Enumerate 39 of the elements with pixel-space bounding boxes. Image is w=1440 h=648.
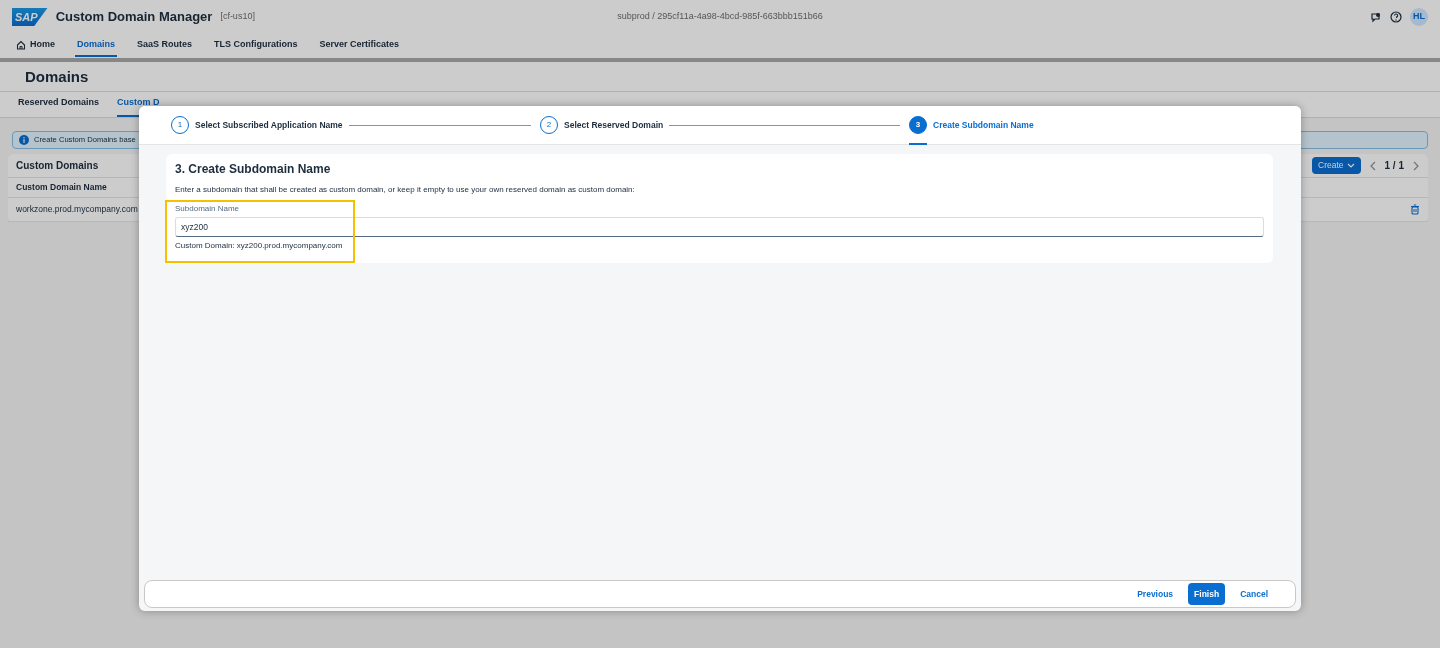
section-title: 3. Create Subdomain Name — [175, 162, 332, 177]
info-icon — [19, 135, 29, 145]
nav-tab[interactable]: Server Certificates — [317, 35, 402, 57]
nav-tab[interactable]: TLS Configurations — [212, 35, 300, 57]
home-icon — [16, 40, 26, 50]
chat-icon[interactable] — [1370, 11, 1382, 23]
page-title: Domains — [0, 62, 1440, 92]
page-tab[interactable]: Reserved Domains — [18, 89, 100, 117]
column-header: Custom Domain Name — [16, 181, 107, 194]
field-label: Subdomain Name — [175, 203, 241, 216]
step-number[interactable]: 2 — [540, 116, 558, 134]
sap-logo: SAP — [12, 7, 48, 27]
subdomain-input[interactable]: xyz200 — [175, 217, 1264, 238]
step-number[interactable]: 3 — [909, 116, 927, 134]
app-title: Custom Domain Manager — [55, 8, 213, 27]
footer-link[interactable]: Previous — [1132, 583, 1179, 605]
step-label: Select Reserved Domain — [564, 118, 664, 132]
nav-tab[interactable]: SaaS Routes — [135, 35, 195, 57]
step-label: Create Subdomain Name — [933, 118, 1034, 132]
instruction-text: Enter a subdomain that shall be created as custom domain, or keep it empty to use your own reserved domain as custom domain: — [175, 184, 636, 197]
step-label: Select Subscribed Application Name — [195, 118, 343, 132]
step-number[interactable]: 1 — [171, 116, 189, 134]
next-page-icon[interactable] — [1412, 160, 1420, 171]
chevron-down-icon — [1346, 162, 1355, 169]
custom-domain-hint: Custom Domain: xyz200.prod.mycompany.com — [175, 240, 344, 253]
nav-tab[interactable]: Domains — [75, 35, 118, 57]
table-cell: workzone.prod.mycompany.com — [16, 203, 138, 216]
footer-link[interactable]: Cancel — [1235, 583, 1273, 605]
context-label: subprod / 295cf11a-4a98-4bcd-985f-663bbb151b66 — [617, 10, 823, 24]
previous-page-icon[interactable] — [1368, 160, 1377, 171]
trash-icon[interactable] — [1410, 204, 1420, 215]
nav-tab[interactable]: Home — [14, 35, 57, 57]
help-icon[interactable] — [1390, 11, 1402, 23]
finish-button[interactable]: Finish — [1188, 582, 1226, 606]
table-title: Custom Domains — [16, 159, 99, 173]
page-counter: 1 / 1 — [1384, 159, 1404, 173]
create-button[interactable]: Create — [1312, 157, 1361, 174]
landscape-label: [cf-us10] — [220, 10, 255, 24]
user-avatar[interactable]: HL — [1410, 8, 1428, 26]
